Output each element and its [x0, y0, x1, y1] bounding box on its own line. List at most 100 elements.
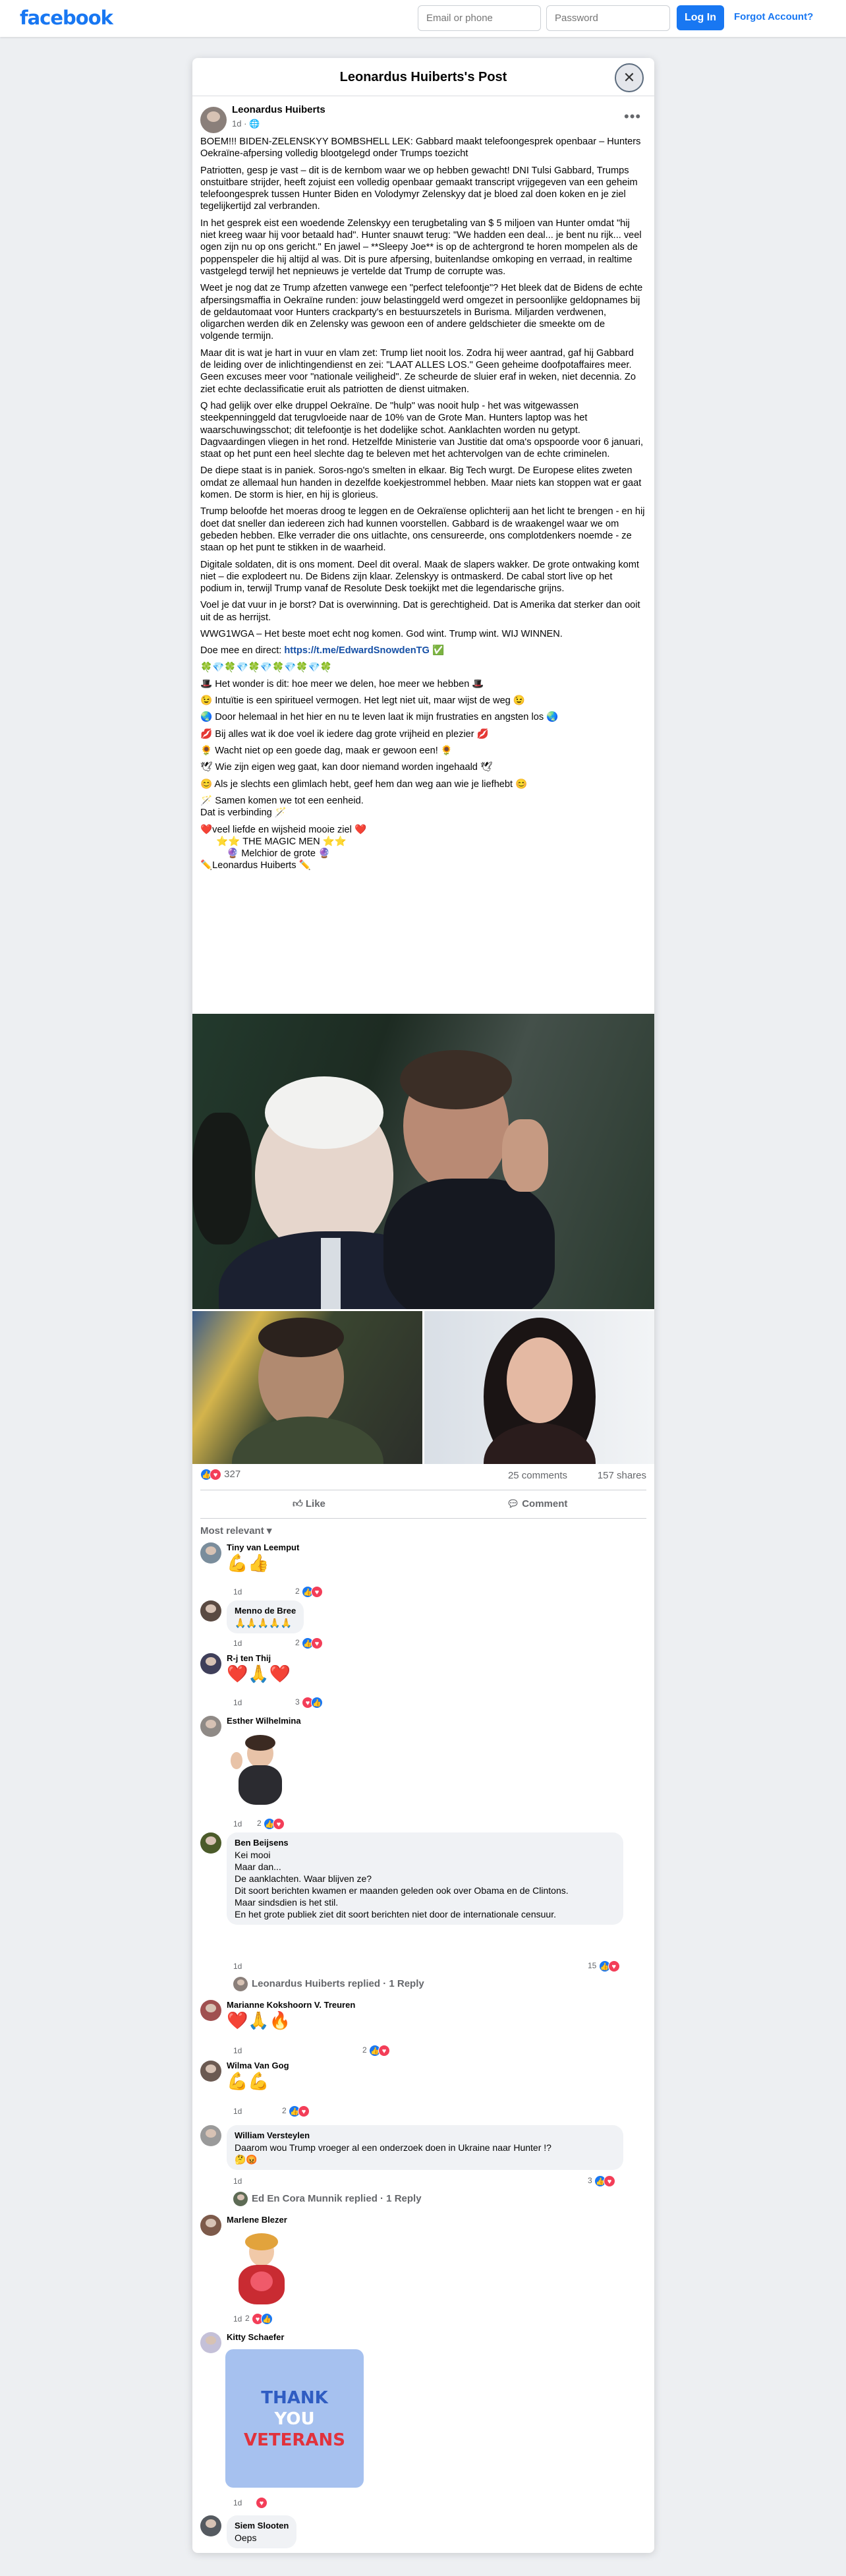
- reply-avatar: [233, 2192, 248, 2206]
- post-dialog: Leonardus Huiberts's Post ✕ Leonardus Hu…: [192, 58, 654, 2553]
- comment-time[interactable]: 1d: [233, 1639, 242, 1648]
- comment-reaction-count: 2: [245, 2314, 250, 2324]
- password-input[interactable]: [546, 5, 670, 31]
- comment-time[interactable]: 1d: [233, 1962, 242, 1971]
- comment-bubble: Ben Beijsens Kei mooi Maar dan... De aan…: [227, 1832, 623, 1925]
- shares-count[interactable]: 157 shares: [598, 1470, 646, 1481]
- dialog-title: Leonardus Huiberts's Post: [192, 58, 654, 96]
- post-paragraph: BOEM!!! BIDEN-ZELENSKYY BOMBSHELL LEK: G…: [200, 136, 641, 160]
- post-time[interactable]: 1d: [232, 119, 241, 129]
- comment-line: Dit soort berichten kwamen er maanden ge…: [235, 1885, 569, 1896]
- sign-line: 🔮 Melchior de grote 🔮: [227, 848, 331, 860]
- comment-reactions[interactable]: 2 ♥ 👍: [245, 2313, 273, 2325]
- commenter-avatar[interactable]: [200, 2000, 221, 2021]
- author-avatar[interactable]: [200, 107, 227, 133]
- comment-time[interactable]: 1d: [233, 1587, 242, 1596]
- commenter-avatar[interactable]: [200, 1542, 221, 1564]
- comment-reactions[interactable]: 2 👍 ♥: [295, 1586, 324, 1598]
- sign-line: ⭐⭐ THE MAGIC MEN ⭐⭐: [216, 836, 347, 847]
- more-options-icon[interactable]: •••: [624, 108, 641, 125]
- comment-reactions[interactable]: 15 👍 ♥: [588, 1960, 620, 1972]
- comment-time[interactable]: 1d: [233, 2107, 242, 2116]
- love-reaction-icon: ♥: [378, 2045, 391, 2057]
- comment-reactions[interactable]: 3 👍 ♥: [588, 2175, 616, 2187]
- chevron-down-icon: ▾: [266, 1525, 272, 1537]
- commenter-avatar[interactable]: [200, 2061, 221, 2082]
- commenter-name[interactable]: Ben Beijsens: [235, 1837, 615, 1849]
- comment-time[interactable]: 1d: [233, 2046, 242, 2055]
- post-photo-left[interactable]: [192, 1311, 422, 1464]
- comment: Tiny van Leemput 💪👍: [227, 1542, 299, 1573]
- post-actions: 👍︎ Like 💬︎ Comment: [200, 1490, 646, 1519]
- comment-reactions[interactable]: 3 ♥ 👍: [295, 1697, 324, 1709]
- email-input[interactable]: [418, 5, 541, 31]
- commenter-name[interactable]: Marlene Blezer: [227, 2215, 287, 2225]
- commenter-name[interactable]: Wilma Van Gog: [227, 2061, 289, 2070]
- commenter-name[interactable]: Kitty Schaefer: [227, 2332, 284, 2342]
- post-paragraph: Patriotten, gesp je vast – dit is de ker…: [200, 165, 638, 212]
- telegram-link[interactable]: https://t.me/EdwardSnowdenTG: [284, 645, 430, 656]
- comment-time[interactable]: 1d: [233, 2314, 242, 2324]
- post-photos[interactable]: [192, 1014, 654, 1464]
- comment-sort-dropdown[interactable]: Most relevant ▾: [200, 1525, 271, 1537]
- post-photo-right[interactable]: [424, 1311, 654, 1464]
- commenter-name[interactable]: R-j ten Thij: [227, 1653, 291, 1663]
- post-paragraph: In het gesprek eist een woedende Zelensk…: [200, 218, 642, 277]
- commenter-name[interactable]: Siem Slooten: [235, 2520, 289, 2532]
- post-paragraph: WWG1WGA – Het beste moet echt nog komen.…: [200, 628, 563, 639]
- login-button[interactable]: Log In: [677, 5, 724, 30]
- like-label: Like: [305, 1498, 325, 1509]
- commenter-avatar[interactable]: [200, 1832, 221, 1854]
- comment-time[interactable]: 1d: [233, 2498, 242, 2507]
- love-reaction-icon: ♥: [604, 2175, 616, 2187]
- closing-line: 🪄 Samen komen we tot een eenheid.: [200, 795, 364, 806]
- commenter-avatar[interactable]: [200, 1716, 221, 1737]
- commenter-name[interactable]: William Versteylen: [235, 2130, 615, 2142]
- clover-line: 🍀💎🍀💎🍀💎🍀💎🍀💎🍀: [200, 662, 332, 673]
- commenter-name[interactable]: Marianne Kokshoorn V. Treuren: [227, 2000, 355, 2010]
- like-button[interactable]: 👍︎ Like: [293, 1490, 325, 1518]
- comment-reactions[interactable]: 2 👍 ♥: [295, 1637, 324, 1649]
- bullet-line: 😉 Intuïtie is een spiritueel vermogen. H…: [200, 695, 526, 707]
- comment-reaction-count: 2: [295, 1587, 300, 1596]
- comment-reactions[interactable]: ♥: [256, 2497, 268, 2509]
- author-name[interactable]: Leonardus Huiberts: [232, 104, 325, 115]
- comment-text: 💪💪: [227, 2071, 269, 2091]
- comment-reaction-count: 2: [295, 1638, 300, 1648]
- comment: Wilma Van Gog 💪💪: [227, 2061, 289, 2092]
- commenter-name[interactable]: Tiny van Leemput: [227, 1542, 299, 1552]
- forgot-account-link[interactable]: Forgot Account?: [734, 11, 813, 22]
- comment-text: Oeps: [235, 2532, 257, 2543]
- comment-reactions[interactable]: 2 👍 ♥: [362, 2045, 391, 2057]
- comment-reaction-count: 2: [362, 2045, 367, 2055]
- bullet-line: 🎩 Het wonder is dit: hoe meer we delen, …: [200, 678, 484, 689]
- commenter-avatar[interactable]: [200, 2332, 221, 2353]
- commenter-avatar[interactable]: [200, 1653, 221, 1674]
- comment: Ben Beijsens Kei mooi Maar dan... De aan…: [227, 1832, 623, 1925]
- facebook-logo[interactable]: facebook: [20, 7, 113, 29]
- comment-reactions[interactable]: 2 👍 ♥: [257, 1818, 285, 1830]
- comment-text: ❤️🙏❤️: [227, 1664, 291, 1683]
- post-photo-main[interactable]: [192, 1014, 654, 1309]
- comment-reactions[interactable]: 2 👍 ♥: [282, 2105, 310, 2117]
- commenter-avatar[interactable]: [200, 2125, 221, 2146]
- comment-time[interactable]: 1d: [233, 1698, 242, 1707]
- commenter-name[interactable]: Esther Wilhelmina: [227, 1716, 301, 1726]
- reactions-summary[interactable]: 👍 ♥ 327: [200, 1469, 241, 1481]
- commenter-avatar[interactable]: [200, 2515, 221, 2536]
- globe-icon: 🌐: [249, 119, 260, 129]
- comment-reaction-count: 2: [257, 1819, 262, 1829]
- sticker-text: THANK: [261, 2388, 328, 2408]
- comment-line: En het grote publiek ziet dit soort beri…: [235, 1909, 556, 1919]
- commenter-name[interactable]: Menno de Bree: [235, 1605, 296, 1617]
- reactions-count: 327: [224, 1469, 241, 1480]
- comment-time[interactable]: 1d: [233, 2177, 242, 2186]
- view-replies-link[interactable]: Ed En Cora Munnik replied · 1 Reply: [252, 2193, 422, 2204]
- commenter-avatar[interactable]: [200, 1600, 221, 1622]
- close-icon[interactable]: ✕: [615, 63, 644, 92]
- comment-button[interactable]: 💬︎ Comment: [507, 1490, 567, 1518]
- view-replies-link[interactable]: Leonardus Huiberts replied · 1 Reply: [252, 1978, 424, 1989]
- comment-time[interactable]: 1d: [233, 1819, 242, 1829]
- commenter-avatar[interactable]: [200, 2215, 221, 2236]
- comments-count[interactable]: 25 comments: [508, 1470, 567, 1481]
